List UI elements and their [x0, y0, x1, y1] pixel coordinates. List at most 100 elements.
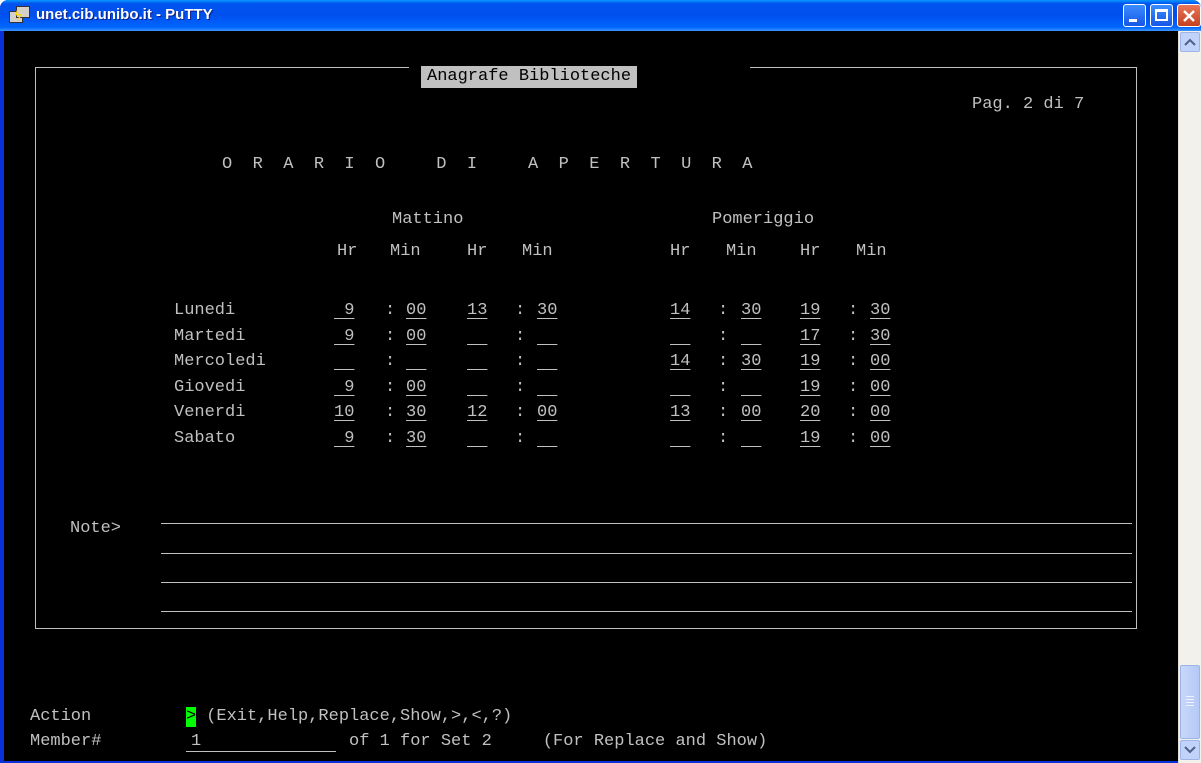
time-field-m-min2[interactable] [537, 378, 557, 398]
time-field-m-hr2[interactable]: 12 [467, 403, 487, 423]
day-label: Giovedi [174, 378, 246, 397]
time-field-p-min1[interactable] [741, 429, 761, 449]
note-field-4[interactable] [161, 611, 1132, 612]
time-field-p-min1[interactable] [741, 327, 761, 347]
close-button[interactable] [1177, 4, 1201, 27]
time-field-p-hr2[interactable]: 19 [800, 301, 820, 321]
mattino-header: Mattino [392, 210, 464, 229]
chevron-down-icon [1184, 746, 1196, 754]
time-separator: : [718, 378, 729, 397]
screen-title: Anagrafe Biblioteche [421, 66, 638, 88]
time-field-m-hr2[interactable] [467, 327, 487, 347]
time-field-m-min1[interactable]: 00 [406, 378, 426, 398]
time-field-m-min1[interactable] [406, 352, 426, 372]
terminal-screen[interactable]: Anagrafe Biblioteche Pag. 2 di 7 O R A R… [4, 31, 1178, 761]
time-separator: : [515, 429, 526, 448]
time-field-m-min2[interactable] [537, 327, 557, 347]
col-header-min: Min [726, 242, 757, 261]
action-field[interactable]: > (Exit,Help,Replace,Show,>,<,?) [186, 707, 512, 727]
time-field-p-hr2[interactable]: 19 [800, 429, 820, 449]
action-label: Action [30, 707, 92, 726]
action-options: (Exit,Help,Replace,Show,>,<,?) [196, 707, 513, 726]
time-separator: : [718, 403, 729, 422]
time-separator: : [385, 429, 396, 448]
time-field-m-hr1[interactable] [334, 352, 354, 372]
time-separator: : [515, 301, 526, 320]
title-bar[interactable]: ϟ unet.cib.unibo.it - PuTTY [0, 0, 1201, 31]
time-field-p-min1[interactable]: 30 [741, 301, 761, 321]
col-header-hr: Hr [467, 242, 488, 261]
day-label: Lunedi [174, 301, 236, 320]
col-header-hr: Hr [670, 242, 691, 261]
time-field-p-hr2[interactable]: 17 [800, 327, 820, 347]
time-separator: : [848, 403, 859, 422]
time-field-m-min2[interactable] [537, 429, 557, 449]
time-field-p-hr2[interactable]: 20 [800, 403, 820, 423]
time-separator: : [515, 327, 526, 346]
time-separator: : [385, 327, 396, 346]
time-field-p-min2[interactable]: 00 [870, 352, 890, 372]
time-field-p-hr1[interactable]: 14 [670, 301, 690, 321]
note-field-1[interactable] [161, 523, 1132, 524]
time-field-m-min2[interactable]: 30 [537, 301, 557, 321]
scroll-thumb[interactable] [1180, 665, 1200, 739]
col-header-hr: Hr [800, 242, 821, 261]
time-field-p-min1[interactable]: 30 [741, 352, 761, 372]
time-field-p-min2[interactable]: 30 [870, 301, 890, 321]
time-separator: : [515, 403, 526, 422]
time-field-m-hr1[interactable]: 10 [334, 403, 354, 423]
time-field-m-hr2[interactable]: 13 [467, 301, 487, 321]
maximize-button[interactable] [1150, 4, 1173, 27]
time-field-p-min2[interactable]: 00 [870, 403, 890, 423]
vertical-scrollbar[interactable] [1178, 31, 1201, 763]
time-separator: : [385, 352, 396, 371]
minimize-button[interactable] [1123, 4, 1146, 27]
time-separator: : [718, 301, 729, 320]
time-field-m-min2[interactable] [537, 352, 557, 372]
time-separator: : [848, 352, 859, 371]
time-field-p-hr1[interactable] [670, 378, 690, 398]
time-field-p-hr2[interactable]: 19 [800, 352, 820, 372]
time-separator: : [848, 301, 859, 320]
day-label: Sabato [174, 429, 236, 448]
time-field-p-hr1[interactable]: 13 [670, 403, 690, 423]
member-suffix: of 1 for Set 2 (For Replace and Show) [349, 732, 768, 751]
time-field-m-hr2[interactable] [467, 378, 487, 398]
time-field-m-min1[interactable]: 30 [406, 429, 426, 449]
action-input[interactable]: > [186, 707, 196, 727]
time-field-m-min1[interactable]: 00 [406, 301, 426, 321]
time-field-p-hr2[interactable]: 19 [800, 378, 820, 398]
time-field-m-min2[interactable]: 00 [537, 403, 557, 423]
time-field-m-hr2[interactable] [467, 352, 487, 372]
scroll-up-button[interactable] [1180, 32, 1200, 52]
time-field-m-hr2[interactable] [467, 429, 487, 449]
time-field-m-hr1[interactable]: 9 [334, 429, 354, 449]
time-field-p-hr1[interactable] [670, 327, 690, 347]
note-field-2[interactable] [161, 553, 1132, 554]
note-label: Note> [70, 519, 122, 538]
note-field-3[interactable] [161, 582, 1132, 583]
time-field-p-min2[interactable]: 30 [870, 327, 890, 347]
time-field-m-hr1[interactable]: 9 [334, 378, 354, 398]
time-field-m-hr1[interactable]: 9 [334, 301, 354, 321]
minimize-icon [1129, 19, 1137, 22]
time-field-p-hr1[interactable]: 14 [670, 352, 690, 372]
putty-icon[interactable]: ϟ [9, 6, 30, 24]
time-separator: : [385, 301, 396, 320]
time-field-p-min2[interactable]: 00 [870, 429, 890, 449]
time-field-m-hr1[interactable]: 9 [334, 327, 354, 347]
time-separator: : [385, 403, 396, 422]
time-separator: : [848, 429, 859, 448]
time-field-m-min1[interactable]: 00 [406, 327, 426, 347]
time-field-m-min1[interactable]: 30 [406, 403, 426, 423]
col-header-min: Min [390, 242, 421, 261]
member-field[interactable]: 1 [191, 732, 201, 752]
window-title: unet.cib.unibo.it - PuTTY [36, 6, 213, 23]
time-field-p-min1[interactable]: 00 [741, 403, 761, 423]
scroll-down-button[interactable] [1180, 740, 1200, 760]
pomeriggio-header: Pomeriggio [712, 210, 815, 229]
time-field-p-min2[interactable]: 00 [870, 378, 890, 398]
col-header-min: Min [522, 242, 553, 261]
time-field-p-hr1[interactable] [670, 429, 690, 449]
time-field-p-min1[interactable] [741, 378, 761, 398]
